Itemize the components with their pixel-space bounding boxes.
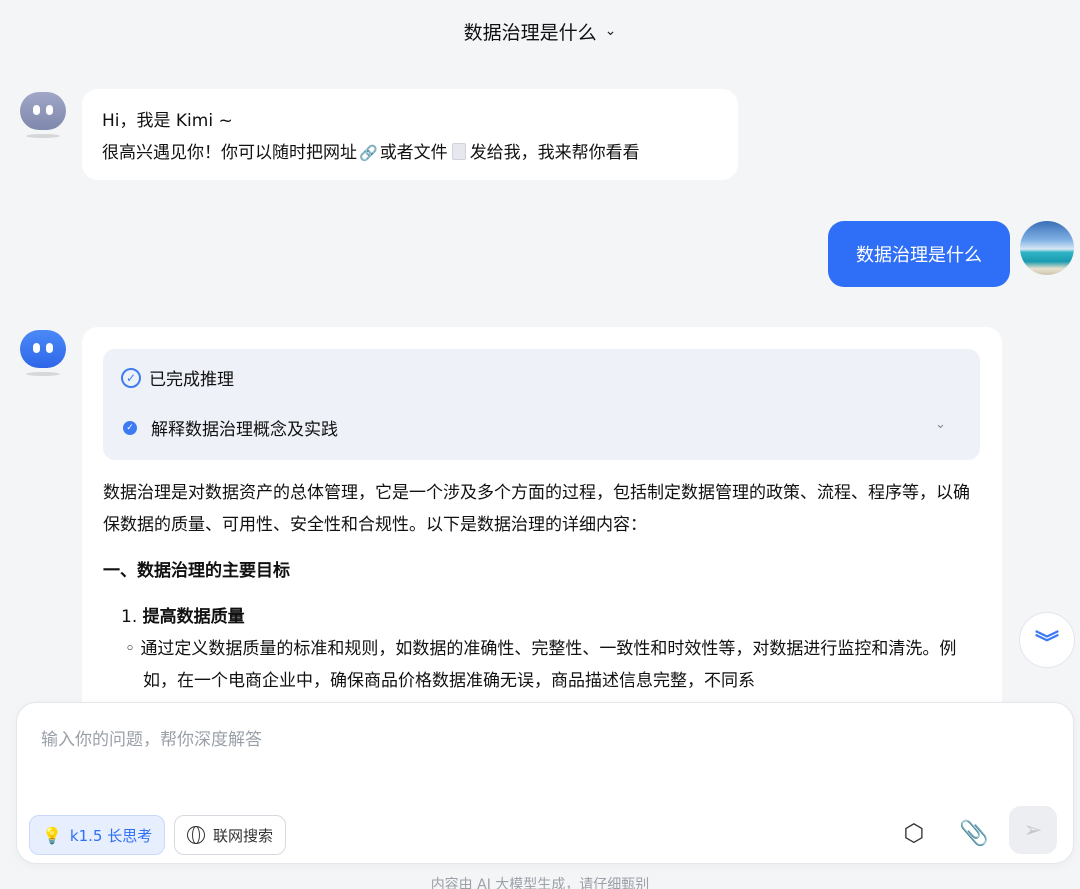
- sub-list-item: ◦ 通过定义数据质量的标准和规则，如数据的准确性、完整性、一致性和时效性等，对数…: [125, 639, 957, 691]
- answer-content: 数据治理是对数据资产的总体管理，它是一个涉及多个方面的过程，包括制定数据管理的政…: [103, 477, 983, 697]
- chevron-down-icon: ⌄: [604, 22, 617, 39]
- kimi-avatar: [20, 330, 66, 376]
- globe-icon: [187, 826, 205, 844]
- reasoning-status: ✓ 已完成推理: [121, 365, 234, 390]
- send-icon: ➢: [1023, 817, 1043, 843]
- bullet-circle-icon: ◦: [125, 639, 141, 659]
- send-button[interactable]: ➢: [1009, 806, 1057, 854]
- greeting-line: Hi，我是 Kimi ~: [102, 111, 233, 131]
- message-input[interactable]: 输入你的问题，帮你深度解答: [41, 725, 262, 750]
- reasoning-step: ✓ 解释数据治理概念及实践: [123, 415, 338, 440]
- cube-icon[interactable]: ⬡: [894, 813, 934, 853]
- web-search-toggle[interactable]: 联网搜索: [174, 815, 287, 855]
- greeting-line: 很高兴遇见你！你可以随时把网址 🔗 或者文件 发给我，我来帮你看看: [102, 137, 718, 169]
- message-composer[interactable]: 输入你的问题，帮你深度解答 💡 k1.5 长思考 联网搜索 ⬡ 📎 ➢: [16, 702, 1074, 864]
- ai-disclaimer: 内容由 AI 大模型生成，请仔细甄别: [430, 877, 650, 889]
- bot-answer-message: ✓ 已完成推理 ✓ 解释数据治理概念及实践 ⌄ 数据治理是对数据资产的总体管理，…: [82, 327, 1002, 747]
- double-chevron-down-icon: ︾: [1035, 628, 1059, 657]
- bot-greeting-message: Hi，我是 Kimi ~ 很高兴遇见你！你可以随时把网址 🔗 或者文件 发给我，我来帮…: [82, 89, 738, 180]
- list-item: 1. 提高数据质量: [121, 607, 245, 627]
- reasoning-panel[interactable]: ✓ 已完成推理 ✓ 解释数据治理概念及实践 ⌄: [103, 349, 980, 460]
- user-avatar[interactable]: [1020, 221, 1074, 275]
- expand-chevron-icon[interactable]: ⌄: [935, 417, 946, 432]
- check-dot-icon: ✓: [123, 420, 137, 435]
- chat-page: 数据治理是什么 ⌄ Hi，我是 Kimi ~ 很高兴遇见你！你可以随时把网址 🔗 或…: [0, 0, 1080, 889]
- scroll-to-bottom-button[interactable]: ︾: [1019, 612, 1075, 668]
- section-heading: 一、数据治理的主要目标: [103, 561, 290, 581]
- kimi-avatar: [20, 92, 66, 138]
- conversation-title: 数据治理是什么: [463, 22, 597, 44]
- conversation-title-dropdown[interactable]: 数据治理是什么 ⌄: [0, 18, 1080, 45]
- lightbulb-icon: 💡: [42, 825, 62, 845]
- k1-long-thinking-toggle[interactable]: 💡 k1.5 长思考: [29, 815, 166, 855]
- paperclip-icon[interactable]: 📎: [954, 813, 994, 853]
- file-icon: [451, 143, 466, 160]
- answer-intro: 数据治理是对数据资产的总体管理，它是一个涉及多个方面的过程，包括制定数据管理的政…: [103, 483, 970, 535]
- link-icon: 🔗: [359, 144, 378, 162]
- user-message: 数据治理是什么: [828, 221, 1010, 287]
- check-circle-icon: ✓: [121, 367, 141, 388]
